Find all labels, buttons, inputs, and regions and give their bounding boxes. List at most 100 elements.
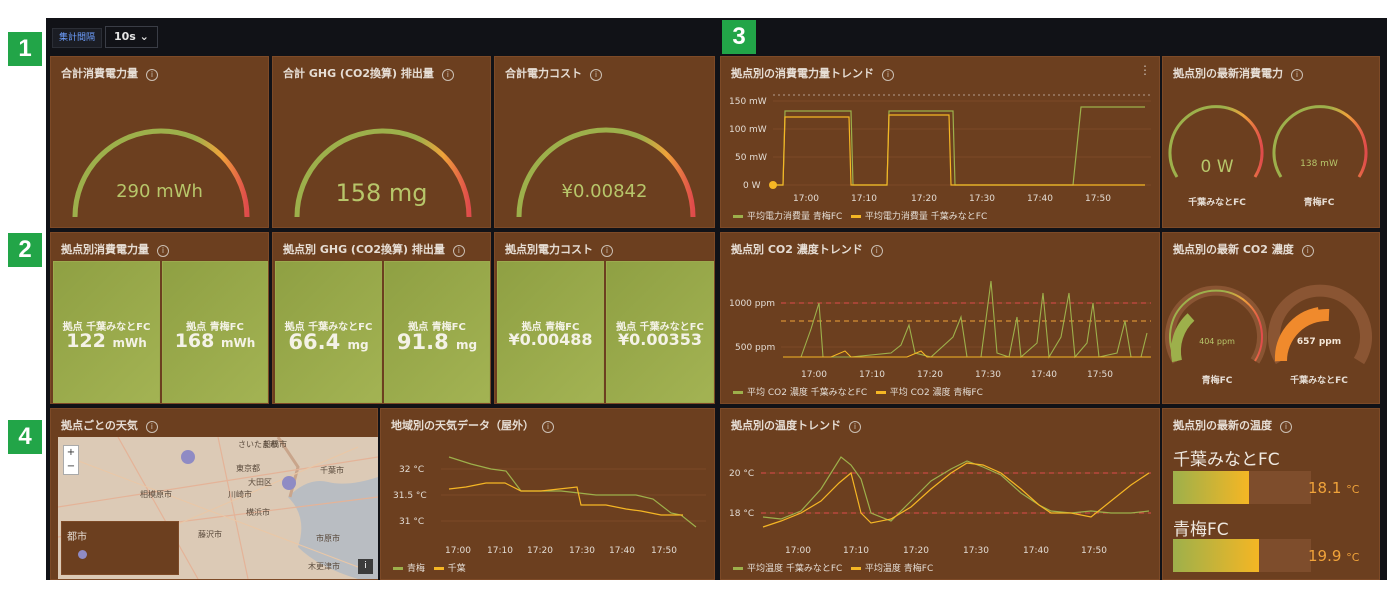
- bar-gauge-track: [1173, 471, 1311, 504]
- chart-legend: 平均電力消費量 青梅FC 平均電力消費量 千葉みなとFC: [733, 209, 987, 222]
- zoom-out-button[interactable]: −: [64, 460, 78, 474]
- gauge-value: ¥0.00842: [561, 181, 648, 202]
- bar-gauge-fill: [1173, 539, 1259, 572]
- y-tick: 150 mW: [729, 97, 767, 107]
- x-tick: 17:40: [1027, 194, 1053, 204]
- outdoor-weather-panel: 地域別の天気データ（屋外） i 32 °C 31.5 °C 31 °C 17:00…: [380, 408, 715, 580]
- gauge-value: 158 mg: [335, 179, 428, 207]
- map-label: 大田区: [248, 478, 272, 487]
- gauge-label: 千葉みなとFC: [1290, 376, 1348, 386]
- weather-map-panel: 拠点ごとの天気 i さいたま市 船橋市 東京都 相模原市 川崎市 横浜市 藤沢市 …: [50, 408, 378, 580]
- panel-title: 拠点別電力コスト: [505, 243, 593, 256]
- series-chiba: [762, 456, 1150, 522]
- power-latest-panel: 拠点別の最新消費電力 i 0 W 138 mW 千葉みなとFC 青梅FC: [1162, 56, 1380, 228]
- y-tick: 500 ppm: [735, 343, 775, 353]
- map-label: 東京都: [236, 464, 260, 473]
- info-icon[interactable]: i: [157, 245, 169, 257]
- x-tick: 17:10: [843, 546, 869, 556]
- x-tick: 17:00: [445, 546, 471, 556]
- bar-gauge-label: 千葉みなとFC: [1173, 450, 1280, 470]
- bar-gauge-value: 19.9 °C: [1308, 547, 1360, 565]
- y-tick: 31 °C: [399, 517, 424, 527]
- x-tick: 17:30: [963, 546, 989, 556]
- gauge-value: 404 ppm: [1199, 337, 1235, 346]
- zoom-in-button[interactable]: +: [64, 446, 78, 460]
- temp-trend-chart: 20 °C 18 °C 17:00 17:10 17:20 17:30 17:4…: [729, 456, 1151, 556]
- info-icon[interactable]: i: [145, 421, 158, 433]
- legend-item: 平均温度 千葉みなとFC: [747, 564, 843, 574]
- badge-4: 4: [8, 420, 42, 454]
- legend-item: 平均 CO2 濃度 千葉みなとFC: [747, 388, 868, 398]
- stat-chiba-cost: 拠点 千葉みなとFC ¥0.00353: [606, 261, 714, 403]
- x-tick: 17:30: [569, 546, 595, 556]
- interval-select[interactable]: 10s ⌄: [105, 26, 158, 48]
- y-tick: 32 °C: [399, 465, 424, 475]
- stat-ome-ghg: 拠点 青梅FC 91.8 mg: [384, 261, 490, 403]
- total-power-panel: 合計消費電力量 i 290 mWh: [50, 56, 269, 228]
- info-icon[interactable]: i: [452, 245, 465, 257]
- x-tick: 17:00: [793, 194, 819, 204]
- x-tick: 17:10: [851, 194, 877, 204]
- map-label: 千葉市: [320, 466, 344, 475]
- y-tick: 50 mW: [735, 153, 767, 163]
- total-cost-panel: 合計電力コスト i ¥0.00842: [494, 56, 715, 228]
- map-legend: 都市: [61, 521, 179, 575]
- gauge-value: 0 W: [1200, 157, 1234, 177]
- legend-item: 平均 CO2 濃度 青梅FC: [889, 388, 983, 398]
- panel-title: 拠点別 GHG (CO2換算) 排出量: [283, 243, 445, 256]
- x-tick: 17:00: [785, 546, 811, 556]
- legend-item: 平均温度 青梅FC: [864, 564, 934, 574]
- map-legend-title: 都市: [67, 532, 87, 543]
- x-tick: 17:10: [487, 546, 513, 556]
- x-tick: 17:30: [969, 194, 995, 204]
- x-tick: 17:50: [1087, 370, 1113, 380]
- panel-title: 拠点ごとの天気: [61, 419, 138, 432]
- interval-variable-label: 集計間隔: [52, 28, 103, 48]
- y-tick: 1000 ppm: [729, 299, 775, 309]
- co2-trend-chart: 1000 ppm 500 ppm 17:00 17:10 17:20 17:30…: [729, 280, 1151, 380]
- x-tick: 17:50: [1085, 194, 1111, 204]
- y-tick: 20 °C: [729, 469, 754, 479]
- series-ome: [773, 106, 1145, 186]
- map-label: 市原市: [316, 534, 340, 543]
- y-tick: 100 mW: [729, 125, 767, 135]
- legend-item: 平均電力消費量 青梅FC: [747, 212, 843, 222]
- stat-value: ¥0.00488: [508, 330, 593, 349]
- info-icon[interactable]: i: [1280, 421, 1292, 433]
- series-chiba: [448, 482, 683, 516]
- badge-3: 3: [722, 20, 756, 54]
- series-chiba: [773, 114, 1145, 186]
- legend-item: 千葉: [447, 564, 466, 574]
- series-ome: [448, 456, 697, 528]
- x-tick: 17:50: [1081, 546, 1107, 556]
- gauge-label: 千葉みなとFC: [1188, 198, 1246, 208]
- panel-title: 拠点別消費電力量: [61, 243, 149, 256]
- x-tick: 17:20: [917, 370, 943, 380]
- x-tick: 17:10: [859, 370, 885, 380]
- zoom-control: + −: [63, 445, 79, 475]
- data-point: [769, 181, 777, 189]
- stat-value: ¥0.00353: [617, 330, 702, 349]
- stat-value: 91.8 mg: [396, 330, 478, 354]
- x-tick: 17:20: [911, 194, 937, 204]
- stat-chiba-power: 拠点 千葉みなとFC 122 mWh: [53, 261, 160, 403]
- info-icon[interactable]: i: [601, 245, 613, 257]
- geomap[interactable]: さいたま市 船橋市 東京都 相模原市 川崎市 横浜市 藤沢市 千葉市 大田区 市…: [58, 437, 378, 579]
- chart-legend: 平均温度 千葉みなとFC 平均温度 青梅FC: [733, 561, 933, 574]
- stat-value: 66.4 mg: [288, 330, 369, 354]
- gauge-value: 290 mWh: [116, 181, 203, 202]
- temp-latest-panel: 拠点別の最新の温度 i 千葉みなとFC 18.1 °C 青梅FC 19.9 °C: [1162, 408, 1380, 580]
- co2-trend-panel: 拠点別 CO2 濃度トレンド i 1000 ppm 500 ppm 17:00 1…: [720, 232, 1160, 404]
- bar-gauge-fill: [1173, 471, 1249, 504]
- stat-value: 168 mWh: [174, 330, 256, 352]
- chart-legend: 青梅 千葉: [393, 561, 466, 574]
- map-label: 横浜市: [246, 508, 270, 517]
- stat-chiba-ghg: 拠点 千葉みなとFC 66.4 mg: [275, 261, 382, 403]
- badge-2: 2: [8, 233, 42, 267]
- map-info-button[interactable]: i: [358, 559, 373, 574]
- gauge-arc: [72, 128, 250, 218]
- x-tick: 17:40: [609, 546, 635, 556]
- badge-1: 1: [8, 32, 42, 66]
- panel-title: 拠点別の最新の温度: [1173, 419, 1272, 432]
- stat-ome-power: 拠点 青梅FC 168 mWh: [162, 261, 268, 403]
